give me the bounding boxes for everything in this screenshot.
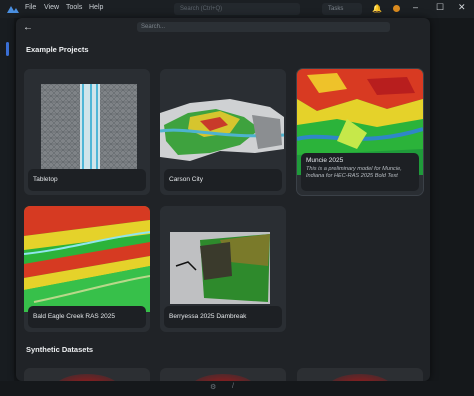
card-title: Carson City <box>169 176 203 183</box>
section-title-example-projects: Example Projects <box>26 45 89 54</box>
card-caption: Bald Eagle Creek RAS 2025 <box>28 306 146 328</box>
bald-eagle-thumbnail <box>24 206 150 312</box>
settings-icon[interactable]: ⚙ <box>210 383 216 391</box>
notification-bell-icon[interactable]: 🔔 <box>372 4 382 13</box>
project-card-berryessa-dambreak[interactable]: Berryessa 2025 Dambreak <box>160 206 286 332</box>
app-logo-icon <box>7 6 19 13</box>
carson-city-thumbnail <box>160 69 286 175</box>
project-card-muncie-2025[interactable]: Muncie 2025 This is a preliminary model … <box>296 68 424 196</box>
project-card-tabletop[interactable]: Tabletop <box>24 69 150 195</box>
maximize-button[interactable]: ☐ <box>436 2 444 13</box>
berryessa-thumbnail <box>160 206 286 312</box>
menu-view[interactable]: View <box>44 4 59 11</box>
project-card-bald-eagle-creek[interactable]: Bald Eagle Creek RAS 2025 <box>24 206 150 332</box>
close-button[interactable]: ✕ <box>458 2 466 13</box>
title-bar: File View Tools Help Search (Ctrl+Q) Tas… <box>0 0 474 18</box>
dialog-header: ← Search... <box>16 18 430 36</box>
status-bar: ⚙ / <box>0 381 474 396</box>
synthetic-card-2[interactable] <box>160 368 286 381</box>
card-title: Muncie 2025 <box>306 157 344 164</box>
synthetic-card-1[interactable] <box>24 368 150 381</box>
card-caption: Tabletop <box>28 169 146 191</box>
rail-active-indicator <box>6 42 9 56</box>
synthetic-thumbnail <box>190 374 256 381</box>
menu-help[interactable]: Help <box>89 4 103 11</box>
tasks-button[interactable]: Tasks <box>322 3 362 15</box>
menu-file[interactable]: File <box>25 4 36 11</box>
status-divider: / <box>232 383 234 390</box>
card-title: Berryessa 2025 Dambreak <box>169 313 247 320</box>
minimize-button[interactable]: – <box>413 2 418 12</box>
card-title: Bald Eagle Creek RAS 2025 <box>33 313 116 320</box>
card-caption: Berryessa 2025 Dambreak <box>164 306 282 328</box>
card-caption: Carson City <box>164 169 282 191</box>
side-rail <box>0 18 14 396</box>
synthetic-thumbnail <box>54 374 120 381</box>
project-picker-dialog: ← Search... Example Projects Tabletop Ca… <box>16 18 430 381</box>
synthetic-thumbnail <box>327 374 393 381</box>
card-description: This is a preliminary model for Muncie, … <box>306 166 402 179</box>
back-button[interactable]: ← <box>21 21 35 35</box>
card-caption: Muncie 2025 This is a preliminary model … <box>301 153 419 191</box>
global-search-input[interactable]: Search (Ctrl+Q) <box>174 3 300 15</box>
tabletop-thumbnail <box>24 69 150 175</box>
menu-tools[interactable]: Tools <box>66 4 82 11</box>
synthetic-card-3[interactable] <box>297 368 423 381</box>
tasks-label: Tasks <box>328 6 344 12</box>
section-title-synthetic-datasets: Synthetic Datasets <box>26 345 94 354</box>
search-input[interactable]: Search... <box>137 22 390 32</box>
card-title: Tabletop <box>33 176 58 183</box>
theme-toggle-icon[interactable] <box>393 5 400 12</box>
project-card-carson-city[interactable]: Carson City <box>160 69 286 195</box>
